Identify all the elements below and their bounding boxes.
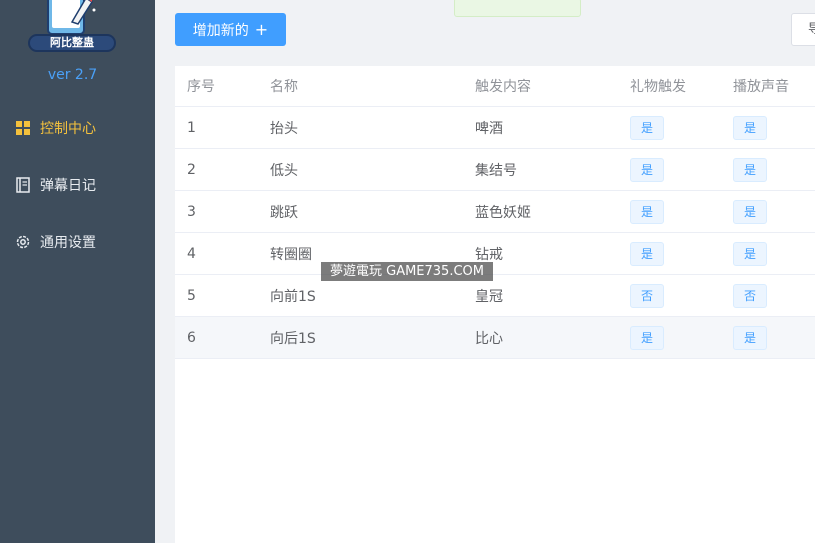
cell-index: 2 (187, 161, 196, 178)
table-row[interactable]: 6 向后1S 比心 是 是 (175, 317, 815, 359)
plus-icon: + (254, 20, 269, 39)
header-gift-trigger: 礼物触发 (630, 79, 686, 95)
table-row[interactable]: 5 向前1S 皇冠 否 否 (175, 275, 815, 317)
cell-name: 抬头 (270, 120, 298, 137)
cell-name: 向前1S (270, 288, 316, 305)
gift-trigger-tag[interactable]: 否 (630, 283, 664, 308)
watermark-overlay: 夢遊電玩 GAME735.COM (321, 262, 493, 281)
cell-content: 集结号 (475, 162, 517, 179)
header-trigger-content: 触发内容 (475, 79, 531, 95)
cell-index: 4 (187, 245, 196, 262)
play-sound-tag[interactable]: 是 (733, 241, 767, 266)
sidebar: 阿比整蛊 ver 2.7 控制中心 弹幕日记 通用设置 (0, 0, 155, 543)
rocket-logo-icon (47, 0, 96, 35)
cell-content: 钻戒 (475, 246, 503, 263)
play-sound-tag[interactable]: 是 (733, 115, 767, 140)
gift-trigger-tag[interactable]: 是 (630, 241, 664, 266)
add-new-button[interactable]: 增加新的 + (175, 13, 286, 46)
play-sound-tag[interactable]: 是 (733, 157, 767, 182)
gear-icon (14, 233, 32, 251)
top-notice-tag (454, 0, 581, 17)
cell-index: 1 (187, 119, 196, 136)
gift-trigger-tag[interactable]: 是 (630, 157, 664, 182)
cell-index: 5 (187, 287, 196, 304)
play-sound-tag[interactable]: 是 (733, 325, 767, 350)
sidebar-item-label: 通用设置 (40, 235, 96, 251)
cell-index: 3 (187, 203, 196, 220)
grid-icon (14, 119, 32, 137)
sidebar-item-danmaku-log[interactable]: 弹幕日记 (14, 173, 96, 197)
gift-trigger-tag[interactable]: 是 (630, 199, 664, 224)
trigger-table: 序号 名称 触发内容 礼物触发 播放声音 1 抬头 啤酒 是 是 2 低头 集结… (175, 66, 815, 543)
cell-name: 跳跃 (270, 204, 298, 221)
gift-trigger-tag[interactable]: 是 (630, 115, 664, 140)
app-logo: 阿比整蛊 (28, 0, 116, 52)
header-name: 名称 (270, 79, 298, 95)
play-sound-tag[interactable]: 否 (733, 283, 767, 308)
sidebar-item-control-center[interactable]: 控制中心 (14, 116, 96, 140)
cell-content: 比心 (475, 330, 503, 347)
sidebar-item-label: 控制中心 (40, 121, 96, 137)
table-row[interactable]: 3 跳跃 蓝色妖姬 是 是 (175, 191, 815, 233)
sidebar-item-label: 弹幕日记 (40, 178, 96, 194)
logo-badge-text: 阿比整蛊 (28, 34, 116, 52)
header-play-sound: 播放声音 (733, 79, 789, 95)
cell-index: 6 (187, 329, 196, 346)
table-row[interactable]: 4 转圈圈 钻戒 是 是 (175, 233, 815, 275)
header-index: 序号 (187, 79, 215, 95)
cell-name: 向后1S (270, 330, 316, 347)
cell-content: 蓝色妖姬 (475, 204, 531, 221)
export-button[interactable]: 导 (791, 13, 815, 46)
table-row[interactable]: 1 抬头 啤酒 是 是 (175, 107, 815, 149)
table-row[interactable]: 2 低头 集结号 是 是 (175, 149, 815, 191)
cell-name: 转圈圈 (270, 246, 312, 263)
version-label: ver 2.7 (47, 67, 98, 83)
cell-content: 啤酒 (475, 120, 503, 137)
notebook-icon (14, 176, 32, 194)
cell-content: 皇冠 (475, 288, 503, 305)
add-new-label: 增加新的 (192, 22, 249, 39)
table-header: 序号 名称 触发内容 礼物触发 播放声音 (175, 66, 815, 107)
cell-name: 低头 (270, 162, 298, 179)
play-sound-tag[interactable]: 是 (733, 199, 767, 224)
gift-trigger-tag[interactable]: 是 (630, 325, 664, 350)
sidebar-item-general-settings[interactable]: 通用设置 (14, 230, 96, 254)
